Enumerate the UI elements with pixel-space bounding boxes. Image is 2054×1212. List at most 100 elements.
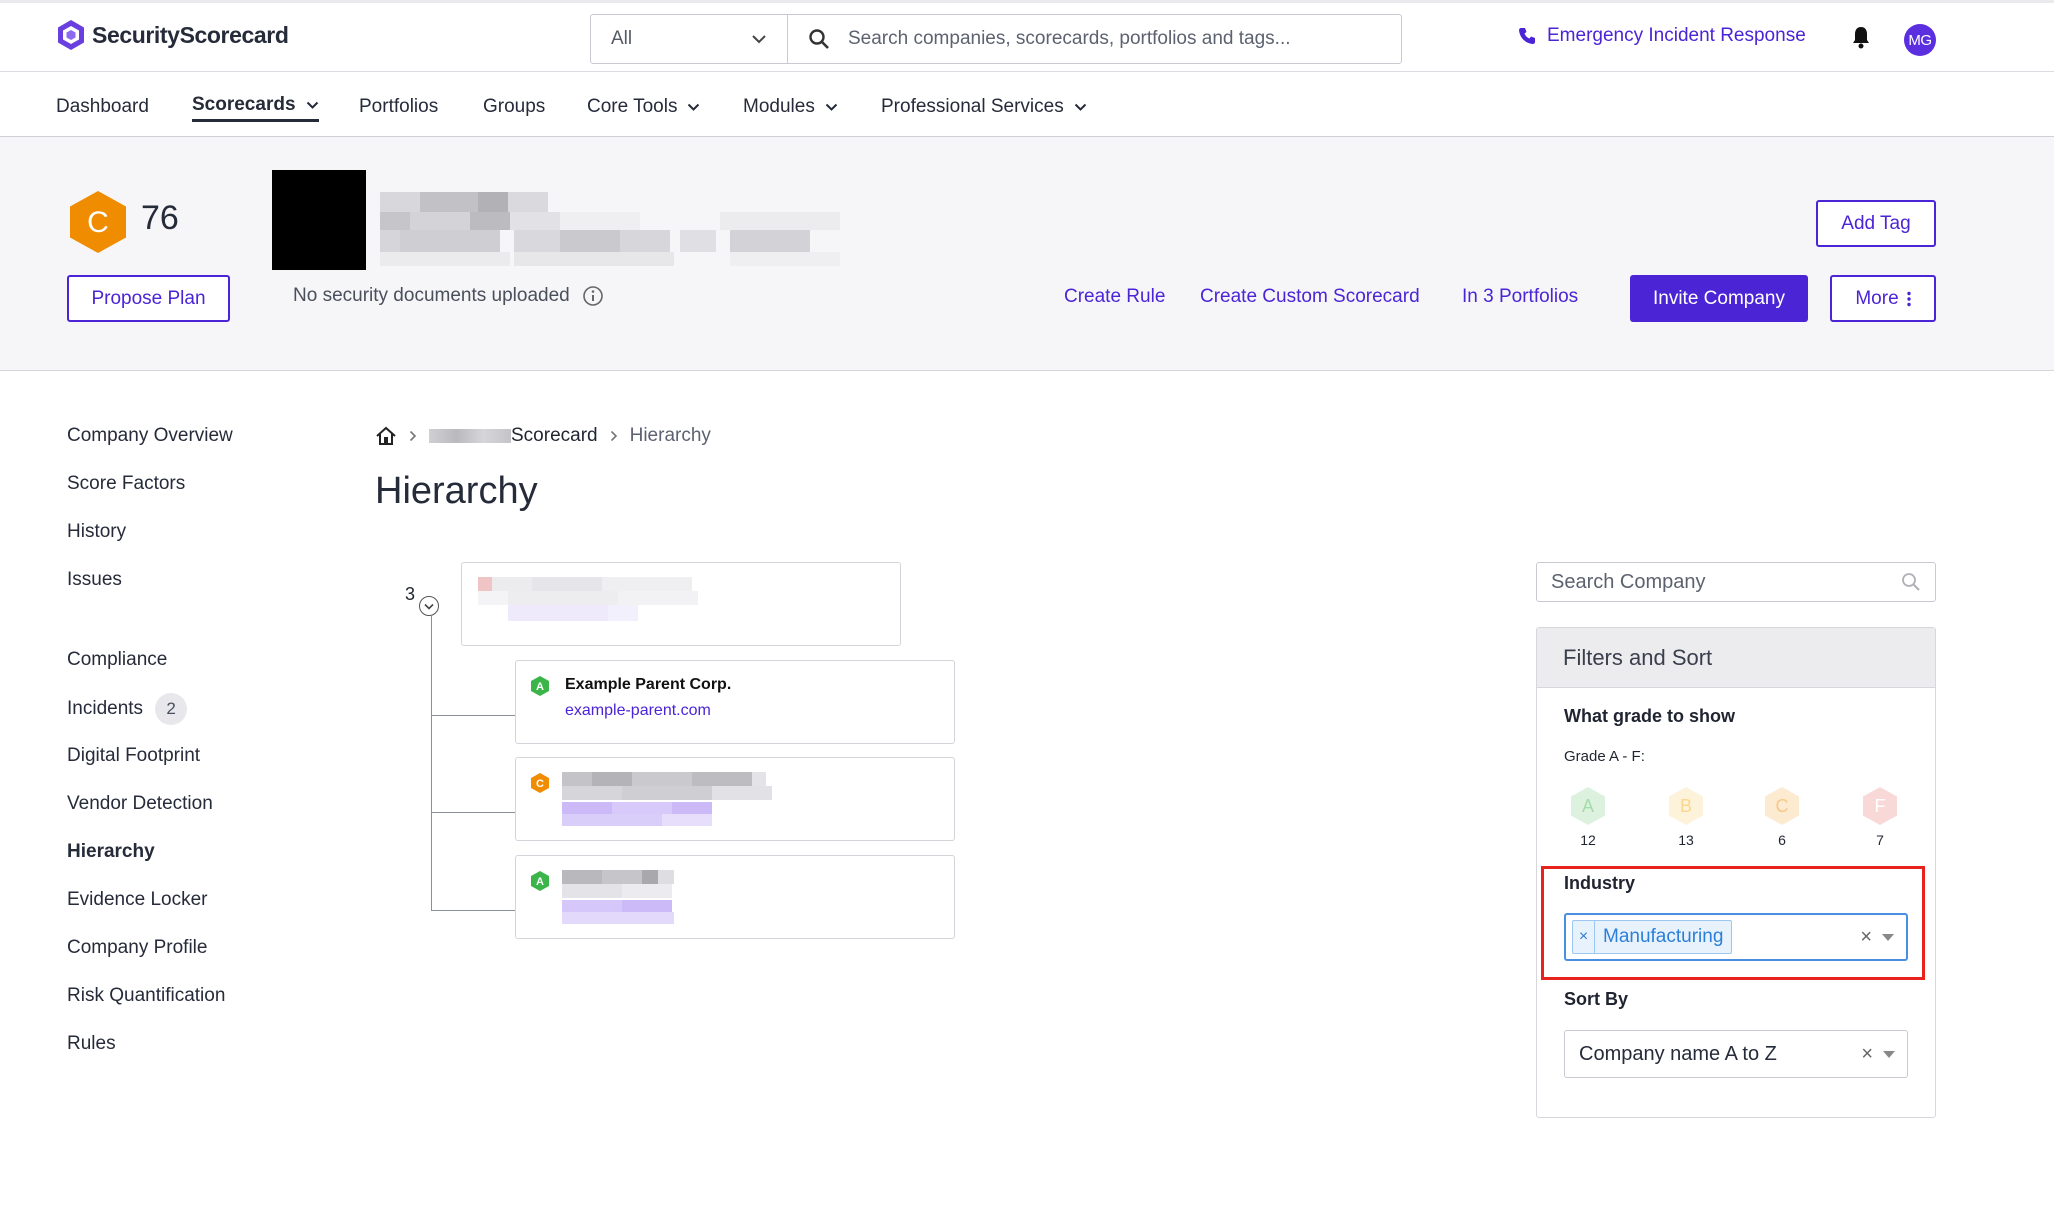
grade-b-badge: B [1669,787,1703,825]
company-header: C 76 Propose Plan No security documents … [0,137,2054,371]
nav-core-tools[interactable]: Core Tools [587,92,700,122]
caret-down-icon[interactable] [1883,1050,1895,1058]
grade-filter-a[interactable]: A 12 [1568,786,1608,848]
tree-collapse-toggle[interactable] [419,596,439,616]
portfolios-link[interactable]: In 3 Portfolios [1462,286,1578,308]
grade-count: 7 [1876,832,1884,848]
grade-letter: A [1582,796,1594,816]
node-company-domain[interactable]: example-parent.com [565,702,711,720]
grade-letter: C [536,778,544,790]
tree-root-node[interactable] [461,562,901,646]
sort-by-select[interactable]: Company name A to Z × [1564,1030,1908,1078]
nav-modules[interactable]: Modules [743,92,838,122]
nav-groups[interactable]: Groups [483,92,545,122]
invite-company-button[interactable]: Invite Company [1630,275,1808,322]
search-icon [1902,573,1920,591]
breadcrumb-scorecard[interactable]: Scorecard [429,425,598,447]
sidebar-item-company-overview[interactable]: Company Overview [67,425,233,447]
grade-letter: F [1875,796,1886,816]
grade-badge: A [531,676,549,696]
chevron-right-icon [610,430,617,442]
sidebar-item-digital-footprint[interactable]: Digital Footprint [67,745,200,767]
nav-portfolios[interactable]: Portfolios [359,92,438,122]
grade-filter-c[interactable]: C 6 [1762,786,1802,848]
emergency-incident-link[interactable]: Emergency Incident Response [1517,25,1806,47]
bell-icon[interactable] [1851,25,1871,49]
company-score: 76 [141,199,179,237]
sidebar-item-incidents[interactable]: Incidents 2 [67,693,188,725]
chevron-down-icon [752,35,766,44]
grade-badge: A [531,871,549,891]
brand-name: SecurityScorecard [92,21,289,48]
create-custom-scorecard-link[interactable]: Create Custom Scorecard [1200,286,1420,308]
user-avatar[interactable]: MG [1904,24,1936,56]
global-search: All Search companies, scorecards, portfo… [590,14,1402,64]
chevron-down-icon [306,101,318,109]
grade-letter: C [1776,796,1789,816]
tree-child-count: 3 [405,584,416,604]
emergency-label: Emergency Incident Response [1547,25,1806,46]
sidebar-item-score-factors[interactable]: Score Factors [67,473,185,495]
sidebar-item-evidence-locker[interactable]: Evidence Locker [67,889,207,911]
grade-range-label: Grade A - F: [1564,748,1645,765]
brand-logo[interactable]: SecurityScorecard [56,19,289,51]
sidebar-item-rules[interactable]: Rules [67,1033,116,1055]
nav-portfolios-label: Portfolios [359,96,439,117]
sidebar-item-company-profile[interactable]: Company Profile [67,937,207,959]
sort-by-label: Sort By [1564,989,1629,1009]
industry-highlight-annotation [1541,866,1925,980]
company-search-input[interactable]: Search Company [1536,562,1936,602]
search-input[interactable]: Search companies, scorecards, portfolios… [788,15,1401,63]
node-redacted-content [562,772,772,826]
grade-count: 12 [1580,832,1596,848]
tree-child-node[interactable]: C [515,757,955,841]
filters-panel-title: Filters and Sort [1537,628,1935,688]
sidebar-item-hierarchy[interactable]: Hierarchy [67,841,155,863]
security-docs-status: No security documents uploaded [293,285,604,307]
grade-count: 6 [1778,832,1786,848]
clear-icon[interactable]: × [1861,1043,1873,1066]
page-title: Hierarchy [375,470,538,512]
root-node-redacted-content [478,577,698,621]
tree-connector [431,910,516,911]
search-placeholder: Search companies, scorecards, portfolios… [848,28,1291,49]
breadcrumb-current: Hierarchy [629,425,711,446]
sidebar-item-risk-quantification[interactable]: Risk Quantification [67,985,225,1007]
breadcrumb-scorecard-label: Scorecard [511,425,598,446]
nav-dashboard[interactable]: Dashboard [56,92,149,122]
more-button[interactable]: More [1830,275,1936,322]
add-tag-button[interactable]: Add Tag [1816,200,1936,247]
nav-core-tools-label: Core Tools [587,96,678,117]
sidebar-item-history[interactable]: History [67,521,126,543]
grade-filter-label: What grade to show [1564,706,1735,726]
grade-filter-b[interactable]: B 13 [1666,786,1706,848]
company-grade-badge: C [70,191,126,253]
grade-filter-f[interactable]: F 7 [1860,786,1900,848]
home-icon[interactable] [375,426,397,446]
search-icon [809,29,829,49]
info-icon[interactable] [582,285,604,307]
nav-dashboard-label: Dashboard [56,96,149,117]
breadcrumb: Scorecard Hierarchy [375,425,711,447]
sidebar-item-vendor-detection[interactable]: Vendor Detection [67,793,213,815]
sidebar-item-compliance[interactable]: Compliance [67,649,167,671]
propose-plan-button[interactable]: Propose Plan [67,275,230,322]
chevron-down-icon [825,103,838,111]
nav-modules-label: Modules [743,96,815,117]
nav-professional-services[interactable]: Professional Services [881,92,1087,122]
grade-count: 13 [1678,832,1694,848]
chevron-down-icon [688,103,700,111]
tree-child-node[interactable]: A [515,855,955,939]
create-rule-link[interactable]: Create Rule [1064,286,1165,308]
grade-letter: A [536,681,544,693]
nav-groups-label: Groups [483,96,546,117]
nav-professional-services-label: Professional Services [881,96,1064,117]
nav-scorecards[interactable]: Scorecards [192,92,319,122]
sidebar-item-issues[interactable]: Issues [67,569,122,591]
main-nav: Dashboard Scorecards Portfolios Groups C… [0,72,2054,137]
tree-child-node[interactable]: A Example Parent Corp. example-parent.co… [515,660,955,744]
chevron-right-icon [409,430,417,442]
search-scope-select[interactable]: All [591,15,788,63]
company-search-placeholder: Search Company [1551,570,1706,593]
grade-f-badge: F [1863,787,1897,825]
